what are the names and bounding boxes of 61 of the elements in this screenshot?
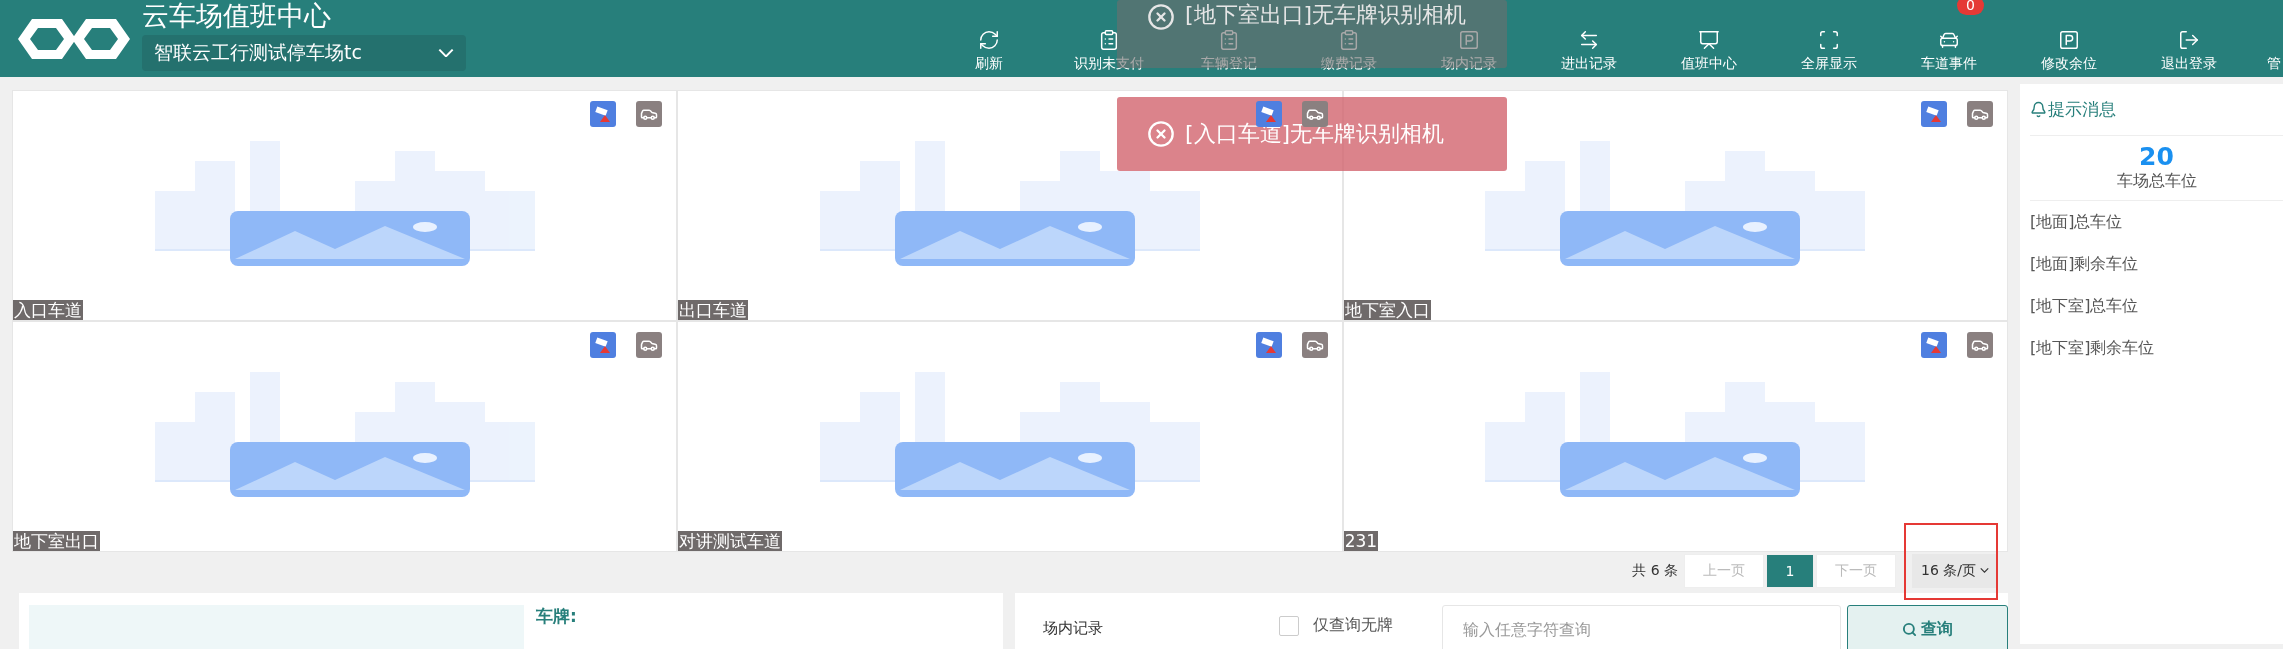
monitor-icon (1698, 29, 1720, 51)
space-info-item: [地下室]总车位 (2030, 294, 2140, 317)
search-field[interactable]: 输入任意字符查询 (1441, 605, 1842, 649)
error-icon (1147, 120, 1175, 148)
error-icon (1147, 3, 1175, 31)
parking-icon (2058, 29, 2080, 51)
panel-title: 提示消息 (2048, 98, 2116, 121)
total-spaces-label: 车场总车位 (2116, 171, 2197, 192)
page-button[interactable]: 1 (1766, 553, 1814, 588)
space-info-item: [地面]总车位 (2030, 210, 2124, 233)
search-button[interactable]: 查询 (1847, 605, 2008, 649)
toast-message: [地下室出口]无车牌识别相机 (1185, 3, 1467, 27)
count-badge: 0 (1957, 0, 1984, 15)
checkbox[interactable] (1279, 615, 1300, 636)
space-info-item: [地面]剩余车位 (2030, 252, 2140, 275)
page-size-select[interactable]: 16 条/页 (1912, 553, 1998, 588)
lane-name: 231 (1343, 531, 1379, 551)
plate-label: 车牌: (536, 605, 577, 628)
camera-warning-icon[interactable] (1921, 101, 1947, 127)
car-icon[interactable] (1967, 101, 1993, 127)
records-title: 场内记录 (1043, 619, 1104, 638)
lane-name: 地下室出口 (13, 531, 100, 551)
search-icon (1902, 621, 1918, 637)
clipboard-icon (1098, 29, 1120, 51)
parking-icon (1458, 29, 1480, 51)
nav-link[interactable]: 修改余位 (2041, 55, 2097, 72)
logout-icon (2178, 29, 2200, 51)
camera-warning-icon[interactable] (1255, 332, 1282, 358)
space-info-item: [地下室]剩余车位 (2030, 336, 2156, 359)
nav-link[interactable]: 刷新 (975, 55, 1003, 72)
car-icon[interactable] (636, 101, 663, 127)
lane-name: 地下室入口 (1343, 300, 1431, 320)
car-icon[interactable] (1301, 332, 1328, 358)
bell-icon (2030, 101, 2047, 118)
nav-link[interactable]: 管 (2267, 55, 2281, 72)
total-spaces-count: 20 (2139, 142, 2174, 171)
nav-link[interactable]: 值班中心 (1681, 55, 1737, 72)
chevron-down-icon (438, 48, 454, 57)
nav-link[interactable]: 进出记录 (1561, 55, 1617, 72)
chevron-down-icon (1980, 568, 1989, 573)
nav-link[interactable]: 识别未支付 (1074, 55, 1144, 72)
total-count: 共 6 条 (1632, 561, 1678, 580)
nav-link[interactable]: 车道事件 (1921, 55, 1977, 72)
lane-name: 对讲测试车道 (678, 531, 783, 551)
camera-warning-icon[interactable] (590, 332, 617, 358)
car-icon[interactable] (636, 332, 663, 358)
checkbox-label: 仅查询无牌 (1313, 615, 1394, 636)
lane-name: 出口车道 (678, 300, 749, 320)
car-icon[interactable] (1967, 332, 1993, 358)
camera-warning-icon[interactable] (590, 101, 617, 127)
camera-warning-icon[interactable] (1921, 332, 1947, 358)
nav-link[interactable]: 退出登录 (2161, 55, 2217, 72)
refresh-icon (978, 29, 1000, 51)
nav-link[interactable]: 全屏显示 (1801, 55, 1857, 72)
fullscreen-icon (1818, 29, 1840, 51)
clipboard-icon (1338, 29, 1360, 51)
app-title: 云车场值班中心 (142, 0, 332, 31)
clipboard-icon (1218, 29, 1240, 51)
exchange-icon (1578, 29, 1600, 51)
parking-lot-select[interactable]: 智联云工行测试停车场tc (142, 34, 466, 71)
lane-name: 入口车道 (13, 300, 83, 320)
